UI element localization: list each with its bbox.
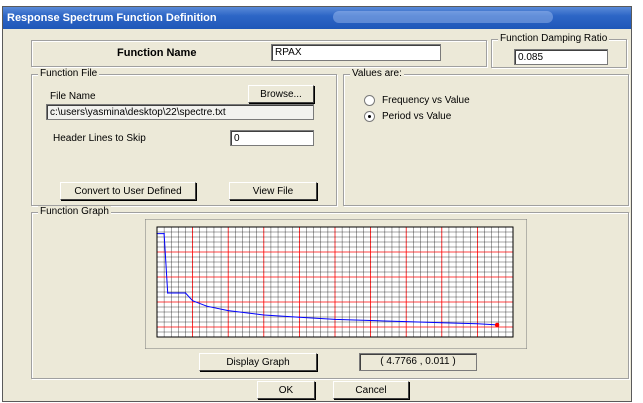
damping-ratio-legend: Function Damping Ratio — [498, 33, 610, 45]
coordinate-readout: ( 4.7766 , 0.011 ) — [359, 353, 477, 371]
title-bar-glow — [333, 11, 553, 23]
frequency-vs-value-label[interactable]: Frequency vs Value — [382, 95, 470, 107]
data-point — [441, 322, 443, 324]
view-file-button[interactable]: View File — [229, 182, 317, 200]
cancel-button[interactable]: Cancel — [333, 381, 409, 399]
data-point — [334, 318, 336, 320]
header-lines-label: Header Lines to Skip — [53, 133, 146, 144]
data-point — [184, 292, 187, 294]
data-point — [263, 314, 265, 316]
highlighted-point-marker — [494, 322, 500, 328]
period-vs-value-radio[interactable] — [364, 111, 375, 122]
data-point — [227, 310, 229, 312]
values-are-group: Values are: — [343, 68, 629, 206]
display-graph-button[interactable]: Display Graph — [199, 353, 317, 371]
frequency-vs-value-radio[interactable] — [364, 95, 375, 106]
title-bar[interactable]: Response Spectrum Function Definition — [3, 7, 631, 29]
function-name-field[interactable]: RPAX — [271, 44, 441, 61]
period-vs-value-label[interactable]: Period vs Value — [382, 111, 451, 123]
data-point — [167, 292, 169, 294]
file-path-field[interactable]: c:\users\yasmina\desktop\22\spectre.txt — [46, 104, 314, 120]
ok-button[interactable]: OK — [257, 381, 315, 399]
data-point — [476, 323, 478, 325]
values-are-legend: Values are: — [350, 68, 404, 80]
header-lines-field[interactable]: 0 — [230, 130, 314, 146]
function-graph-chart — [145, 219, 527, 349]
data-point — [163, 233, 165, 235]
damping-ratio-field[interactable]: 0.085 — [514, 49, 608, 65]
browse-button[interactable]: Browse... — [248, 85, 314, 103]
dialog-window: Response Spectrum Function Definition Fu… — [2, 6, 632, 402]
data-point — [206, 305, 208, 307]
window-title: Response Spectrum Function Definition — [7, 12, 217, 24]
data-point — [298, 316, 300, 318]
data-point — [370, 319, 372, 322]
function-name-label: Function Name — [117, 47, 197, 59]
data-point — [192, 300, 194, 302]
function-graph-legend: Function Graph — [38, 206, 111, 218]
convert-to-user-defined-button[interactable]: Convert to User Defined — [60, 182, 196, 200]
data-point — [405, 321, 407, 323]
file-name-label: File Name — [50, 91, 96, 102]
function-file-legend: Function File — [38, 68, 100, 80]
